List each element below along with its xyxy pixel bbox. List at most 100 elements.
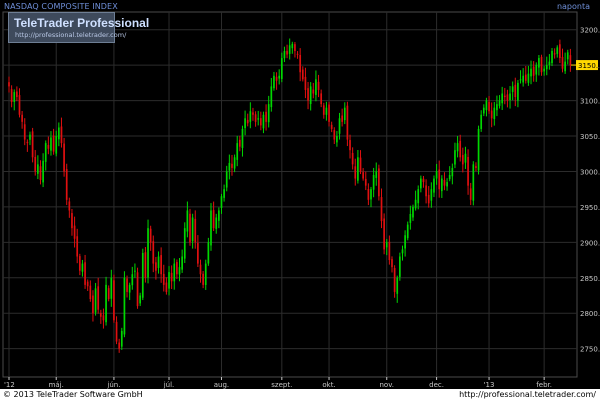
candle-body xyxy=(92,295,94,314)
candle-body xyxy=(294,44,296,51)
candle-body xyxy=(231,163,233,168)
candle-body xyxy=(309,86,312,104)
candle-body xyxy=(81,263,84,272)
candle-body xyxy=(120,330,123,347)
candle-body xyxy=(52,135,55,152)
candle-body xyxy=(21,114,23,122)
candle-body xyxy=(553,53,556,55)
candle-body xyxy=(286,50,288,55)
candle-body xyxy=(330,124,333,129)
candle-body xyxy=(501,93,504,104)
candle-body xyxy=(409,213,412,223)
candle-body xyxy=(283,50,286,59)
candle-body xyxy=(110,277,113,299)
candle-body xyxy=(202,273,204,285)
candle-body xyxy=(23,124,26,140)
candle-body xyxy=(301,69,304,80)
candle-body xyxy=(482,107,485,114)
candle-body xyxy=(412,206,414,218)
candle-body xyxy=(456,143,459,152)
x-tick-label: '12 xyxy=(4,381,15,389)
candle-body xyxy=(522,75,525,83)
candle-body xyxy=(357,157,359,181)
candle-body xyxy=(459,140,462,158)
candle-body xyxy=(370,189,372,200)
candle-body xyxy=(16,91,18,98)
candle-body xyxy=(362,172,364,179)
teletrader-logo: TeleTrader Professional http://professio… xyxy=(8,12,149,43)
logo-name: TeleTrader Professional xyxy=(14,16,150,30)
candle-body xyxy=(76,236,79,257)
x-tick-label: máj. xyxy=(49,381,64,389)
candle-body xyxy=(477,128,480,171)
candle-body xyxy=(168,272,170,289)
candle-body xyxy=(44,143,47,162)
candle-body xyxy=(273,75,275,89)
candle-body xyxy=(417,189,420,204)
candle-body xyxy=(506,94,509,101)
candle-body xyxy=(540,56,543,73)
candle-body xyxy=(425,185,427,197)
candle-body xyxy=(162,273,165,285)
candle-body xyxy=(225,171,228,188)
candle-body xyxy=(13,92,16,102)
candle-body xyxy=(99,313,102,317)
candle-body xyxy=(351,152,354,165)
candle-body xyxy=(57,127,60,140)
candle-body xyxy=(107,288,110,300)
y-tick-label: 2900.00 xyxy=(580,239,600,247)
candle-body xyxy=(427,194,430,204)
candle-body xyxy=(288,45,291,54)
price-chart[interactable]: 2750.00 2800.00 2850.00 2900.00 2950.00 3000.… xyxy=(0,0,600,389)
candle-body xyxy=(42,160,44,183)
candle-body xyxy=(451,167,454,177)
candle-body xyxy=(551,50,553,64)
candle-body xyxy=(315,79,317,95)
candle-body xyxy=(147,228,149,278)
candle-body xyxy=(207,242,210,264)
chart-window: 2750.00 2800.00 2850.00 2900.00 2950.00 3000.… xyxy=(0,0,600,400)
candle-body xyxy=(176,262,178,275)
candle-body xyxy=(461,155,464,165)
candle-body xyxy=(270,86,273,108)
candle-body xyxy=(438,169,441,190)
candle-body xyxy=(380,197,383,222)
candle-body xyxy=(349,140,351,151)
candle-body xyxy=(94,288,97,313)
candle-body xyxy=(199,264,202,275)
candle-body xyxy=(123,277,126,335)
candle-body xyxy=(160,255,163,275)
candle-body xyxy=(181,256,183,270)
candle-body xyxy=(71,213,73,229)
candle-body xyxy=(446,182,448,187)
candle-body xyxy=(566,52,569,60)
candle-body xyxy=(173,263,176,282)
chart-title: NASDAQ COMPOSITE INDEX xyxy=(4,2,118,11)
candle-body xyxy=(532,66,535,76)
y-tick-label: 3100.00 xyxy=(580,98,600,106)
candle-body xyxy=(346,105,349,140)
candle-body xyxy=(155,262,157,271)
candle-body xyxy=(328,104,330,122)
candle-body xyxy=(223,189,225,198)
site-url-link[interactable]: http://professional.teletrader.com/ xyxy=(459,390,596,399)
x-tick-label: aug. xyxy=(214,381,229,389)
period-label[interactable]: naponta xyxy=(557,2,590,11)
candle-body xyxy=(538,58,540,68)
candle-body xyxy=(126,278,128,292)
candle-body xyxy=(391,259,393,268)
candle-body xyxy=(367,188,370,200)
candle-body xyxy=(86,281,89,287)
candle-body xyxy=(493,107,496,119)
candle-body xyxy=(543,68,545,72)
candle-body xyxy=(115,321,118,342)
candle-body xyxy=(564,61,566,72)
candle-body xyxy=(212,210,215,229)
candle-body xyxy=(267,104,270,123)
candle-body xyxy=(475,166,477,168)
candle-body xyxy=(485,100,488,111)
candle-body xyxy=(265,111,267,122)
y-tick-label: 3000.00 xyxy=(580,168,600,176)
x-tick-label: jún. xyxy=(106,381,120,389)
candle-body xyxy=(561,56,564,69)
